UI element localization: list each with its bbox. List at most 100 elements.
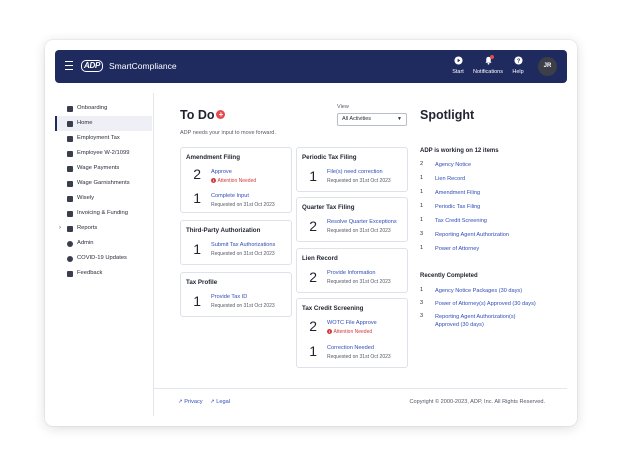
start-label: Start: [452, 69, 464, 75]
user-avatar[interactable]: JR: [538, 57, 557, 76]
sidebar-item-employment-tax[interactable]: Employment Tax: [55, 131, 152, 146]
sidebar-item-admin[interactable]: Admin: [55, 236, 152, 251]
power-of-attorney-approved-link[interactable]: Power of Attorney(s) Approved (30 days): [435, 300, 555, 308]
item-count: 1: [420, 287, 424, 293]
report-icon: [67, 225, 73, 232]
adp-logo[interactable]: ADP: [81, 60, 103, 72]
periodic-tax-filing-link[interactable]: Periodic Tax Filing: [435, 203, 555, 211]
item-count: 3: [420, 231, 424, 237]
reporting-agent-approved-link[interactable]: Reporting Agent Authorization(s) Approve…: [435, 313, 523, 329]
requested-date: Requested on 31st Oct 2023: [211, 303, 275, 309]
start-button[interactable]: Start: [443, 56, 473, 75]
footer: ↗ Privacy ↗ Legal Copyright © 2000-2023,…: [153, 388, 567, 416]
task-count: 1: [193, 190, 201, 206]
help-button[interactable]: ? Help: [503, 56, 533, 75]
add-icon[interactable]: +: [216, 110, 226, 119]
requested-date: Requested on 31st Oct 2023: [211, 251, 275, 257]
help-label: Help: [512, 69, 524, 75]
view-select[interactable]: All Activities ▼: [337, 113, 407, 126]
caret-down-icon: ▼: [397, 116, 402, 122]
spotlight-title: Spotlight: [420, 108, 475, 122]
lien-record-link[interactable]: Lien Record: [435, 175, 555, 183]
agency-notice-link[interactable]: Agency Notice: [435, 161, 555, 169]
sidebar-item-covid[interactable]: COVID-19 Updates: [55, 251, 152, 266]
power-of-attorney-link[interactable]: Power of Attorney: [435, 245, 555, 253]
provide-information-link[interactable]: Provide Information: [327, 270, 376, 276]
task-count: 2: [309, 269, 317, 285]
notifications-label: Notifications: [473, 69, 503, 75]
complete-input-link[interactable]: Complete Input: [211, 193, 249, 199]
files-need-correction-link[interactable]: File(s) need correction: [327, 169, 383, 175]
sidebar-item-label: Onboarding: [77, 105, 108, 111]
svg-text:?: ?: [516, 59, 520, 65]
card-quarter-tax-filing: Quarter Tax Filing 2 Resolve Quarter Exc…: [296, 197, 408, 242]
reporting-agent-authorization-link[interactable]: Reporting Agent Authorization: [435, 231, 555, 239]
attention-status: ! Attention Needed: [327, 329, 372, 335]
card-periodic-tax-filing: Periodic Tax Filing 1 File(s) need corre…: [296, 147, 408, 192]
tax-credit-screening-link[interactable]: Tax Credit Screening: [435, 217, 555, 225]
sidebar-item-home[interactable]: Home: [55, 116, 152, 131]
task-count: 1: [193, 241, 201, 257]
wotc-file-approve-link[interactable]: WOTC File Approve: [327, 320, 377, 326]
card-title: Periodic Tax Filing: [302, 154, 357, 161]
sidebar-item-label: COVID-19 Updates: [77, 255, 127, 261]
briefcase-icon: [67, 135, 73, 142]
resolve-quarter-exceptions-link[interactable]: Resolve Quarter Exceptions: [327, 219, 397, 225]
sidebar-item-label: Employee W-2/1099: [77, 150, 130, 156]
home-icon: [67, 120, 73, 127]
chat-icon: [67, 270, 73, 277]
task-count: 1: [309, 168, 317, 184]
card-third-party-authorization: Third-Party Authorization 1 Submit Tax A…: [180, 220, 292, 265]
sidebar-item-employee-w2[interactable]: Employee W-2/1099: [55, 146, 152, 161]
todo-title-text: To Do: [180, 108, 215, 122]
privacy-link[interactable]: ↗ Privacy: [178, 399, 203, 405]
item-count: 2: [420, 161, 424, 167]
task-count: 1: [309, 343, 317, 359]
card-title: Quarter Tax Filing: [302, 204, 355, 211]
task-count: 1: [193, 293, 201, 309]
alert-text: Attention Needed: [217, 178, 257, 184]
globe-icon: [67, 255, 73, 262]
card-title: Lien Record: [302, 255, 338, 262]
completed-heading: Recently Completed: [420, 273, 478, 279]
correction-needed-link[interactable]: Correction Needed: [327, 345, 374, 351]
chevron-right-icon: ›: [59, 225, 61, 231]
approve-link[interactable]: Approve: [211, 169, 232, 175]
provide-tax-id-link[interactable]: Provide Tax ID: [211, 294, 247, 300]
todo-title: To Do +: [180, 108, 226, 122]
agency-notice-packages-link[interactable]: Agency Notice Packages (30 days): [435, 287, 555, 295]
legal-label: Legal: [216, 399, 230, 405]
garnish-icon: [67, 180, 73, 187]
legal-link[interactable]: ↗ Legal: [210, 399, 230, 405]
notifications-button[interactable]: Notifications: [473, 55, 503, 75]
item-count: 1: [420, 175, 424, 181]
sidebar-item-wisely[interactable]: Wisely: [55, 191, 152, 206]
wallet-icon: [67, 195, 73, 202]
task-count: 2: [309, 218, 317, 234]
card-lien-record: Lien Record 2 Provide Information Reques…: [296, 248, 408, 293]
sidebar-item-onboarding[interactable]: Onboarding: [55, 101, 152, 116]
task-count: 2: [309, 318, 317, 334]
alert-text: Attention Needed: [333, 329, 373, 335]
sidebar-item-reports[interactable]: › Reports: [55, 221, 152, 236]
sidebar-item-wage-garnishments[interactable]: Wage Garnishments: [55, 176, 152, 191]
sidebar-item-label: Feedback: [77, 270, 103, 276]
invoice-icon: [67, 210, 73, 217]
item-count: 1: [420, 189, 424, 195]
sidebar-item-feedback[interactable]: Feedback: [55, 266, 152, 281]
item-count: 3: [420, 313, 424, 319]
sidebar-item-invoicing[interactable]: Invoicing & Funding: [55, 206, 152, 221]
sidebar-item-label: Wisely: [77, 195, 95, 201]
grid-icon: [67, 105, 73, 112]
menu-icon[interactable]: [65, 61, 73, 70]
play-icon: [443, 56, 473, 67]
sidebar-item-label: Home: [77, 120, 93, 126]
sidebar-item-wage-payments[interactable]: Wage Payments: [55, 161, 152, 176]
sidebar-item-label: Reports: [77, 225, 98, 231]
requested-date: Requested on 31st Oct 2023: [327, 178, 391, 184]
bell-icon: [473, 55, 503, 67]
submit-tax-authorizations-link[interactable]: Submit Tax Authorizations: [211, 242, 275, 248]
sidebar: Onboarding Home Employment Tax Employee …: [55, 93, 152, 416]
amendment-filing-link[interactable]: Amendment Filing: [435, 189, 555, 197]
privacy-label: Privacy: [184, 399, 203, 405]
